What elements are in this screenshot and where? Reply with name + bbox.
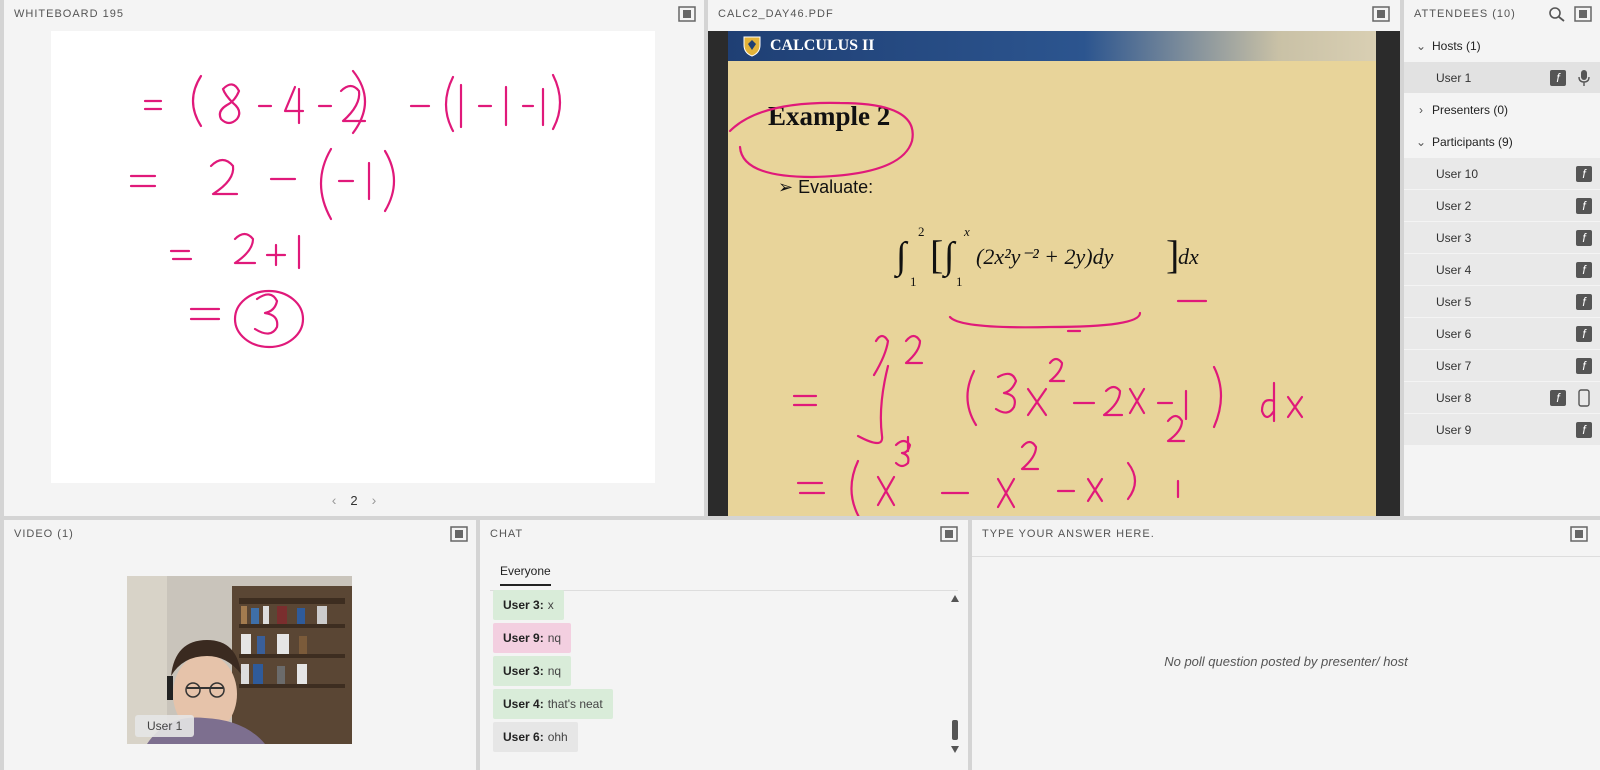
chevron-right-icon: › <box>1419 103 1423 117</box>
flash-icon: f <box>1576 326 1592 342</box>
message-text: ohh <box>547 730 568 744</box>
flash-icon: f <box>1576 358 1592 374</box>
attendee-name: User 10 <box>1436 166 1479 181</box>
poll-title: TYPE YOUR ANSWER HERE. <box>982 528 1155 540</box>
participants-section[interactable]: ⌄ Participants (9) <box>1404 126 1600 158</box>
slide: CALCULUS II Example 2 ➢ Evaluate: ∫ 2 1 … <box>728 31 1376 516</box>
attendee-row[interactable]: User 2 f <box>1404 190 1600 222</box>
attendee-row[interactable]: User 5 f <box>1404 286 1600 318</box>
attendee-name: User 5 <box>1436 294 1472 309</box>
video-pod: VIDEO (1) User 1 <box>4 520 476 770</box>
attendee-name: User 1 <box>1436 70 1472 85</box>
poll-pod: TYPE YOUR ANSWER HERE. No poll question … <box>972 520 1600 770</box>
poll-empty-message: No poll question posted by presenter/ ho… <box>1164 654 1408 669</box>
pdf-title: CALC2_DAY46.PDF <box>718 8 834 20</box>
annotations <box>728 101 1304 516</box>
message-text: x <box>547 598 554 612</box>
attendee-row[interactable]: User 3 f <box>1404 222 1600 254</box>
attendee-name: User 8 <box>1436 390 1472 405</box>
message-text: that's neat <box>547 697 603 711</box>
presenters-label: Presenters (0) <box>1432 103 1509 117</box>
search-icon[interactable] <box>1548 6 1566 22</box>
chat-scrollbar[interactable] <box>950 592 960 760</box>
attendee-row[interactable]: User 9 f <box>1404 414 1600 446</box>
hosts-label: Hosts (1) <box>1432 39 1481 53</box>
attendee-name: User 7 <box>1436 358 1472 373</box>
whiteboard-pod: WHITEBOARD 195 ‹ 2 › <box>4 0 704 516</box>
flash-icon: f <box>1576 294 1592 310</box>
chat-message: User 9: nq <box>493 623 572 653</box>
microphone-icon[interactable] <box>1578 70 1590 86</box>
attendee-row[interactable]: User 4 f <box>1404 254 1600 286</box>
mobile-device-icon <box>1578 389 1590 407</box>
message-sender: User 3: <box>503 598 544 612</box>
message-text: nq <box>547 664 562 678</box>
whiteboard-canvas[interactable] <box>51 31 655 483</box>
video-title: VIDEO (1) <box>14 528 74 540</box>
tab-everyone[interactable]: Everyone <box>500 564 551 586</box>
flash-icon: f <box>1550 70 1566 86</box>
prev-page-icon[interactable]: ‹ <box>332 492 337 508</box>
next-page-icon[interactable]: › <box>372 492 377 508</box>
maximize-icon[interactable] <box>1574 6 1592 22</box>
attendee-row[interactable]: User 7 f <box>1404 350 1600 382</box>
message-sender: User 4: <box>503 697 544 711</box>
slide-banner-title: CALCULUS II <box>770 37 875 54</box>
flash-icon: f <box>1576 166 1592 182</box>
flash-icon: f <box>1550 390 1566 406</box>
message-sender: User 3: <box>503 664 544 678</box>
message-sender: User 6: <box>503 730 544 744</box>
webcam-video[interactable]: User 1 <box>127 576 352 744</box>
participants-label: Participants (9) <box>1432 135 1513 149</box>
maximize-icon[interactable] <box>678 6 696 22</box>
attendee-name: User 3 <box>1436 230 1472 245</box>
whiteboard-title: WHITEBOARD 195 <box>14 8 124 20</box>
presenters-section[interactable]: › Presenters (0) <box>1404 94 1600 126</box>
attendee-row[interactable]: User 1 f <box>1404 62 1600 94</box>
chat-message: User 3: x <box>493 590 564 620</box>
attendee-row[interactable]: User 8 f <box>1404 382 1600 414</box>
flash-icon: f <box>1576 230 1592 246</box>
flash-icon: f <box>1576 198 1592 214</box>
pdf-pod: CALC2_DAY46.PDF CALCULUS II Example 2 ➢ … <box>708 0 1400 516</box>
shield-icon <box>743 36 761 57</box>
video-user-label: User 1 <box>135 715 195 737</box>
flash-icon: f <box>1576 422 1592 438</box>
page-navigator: ‹ 2 › <box>4 485 704 515</box>
attendee-name: User 4 <box>1436 262 1472 277</box>
divider <box>972 556 1600 557</box>
page-number: 2 <box>350 492 358 508</box>
flash-icon: f <box>1576 262 1592 278</box>
message-text: nq <box>547 631 562 645</box>
attendee-name: User 6 <box>1436 326 1472 341</box>
message-sender: User 9: <box>503 631 544 645</box>
chevron-down-icon: ⌄ <box>1415 135 1427 149</box>
pdf-viewer[interactable]: CALCULUS II Example 2 ➢ Evaluate: ∫ 2 1 … <box>708 31 1400 516</box>
attendees-pod: ATTENDEES (10) ⌄ Hosts (1) User 1 f › Pr… <box>1404 0 1600 516</box>
attendees-title: ATTENDEES (10) <box>1414 8 1516 20</box>
attendee-row[interactable]: User 6 f <box>1404 318 1600 350</box>
maximize-icon[interactable] <box>450 526 468 542</box>
handwriting <box>129 69 562 349</box>
chat-message: User 3: nq <box>493 656 572 686</box>
maximize-icon[interactable] <box>940 526 958 542</box>
chat-message: User 6: ohh <box>493 722 578 752</box>
maximize-icon[interactable] <box>1372 6 1390 22</box>
attendee-name: User 2 <box>1436 198 1472 213</box>
slide-banner: CALCULUS II <box>728 31 1376 61</box>
attendee-name: User 9 <box>1436 422 1472 437</box>
chevron-down-icon: ⌄ <box>1415 39 1427 53</box>
chat-pod: CHAT Everyone User 3: x User 9: nq User … <box>480 520 968 770</box>
chat-message: User 4: that's neat <box>493 689 613 719</box>
maximize-icon[interactable] <box>1570 526 1588 542</box>
attendee-row[interactable]: User 10 f <box>1404 158 1600 190</box>
hosts-section[interactable]: ⌄ Hosts (1) <box>1404 30 1600 62</box>
chat-title: CHAT <box>490 528 524 540</box>
